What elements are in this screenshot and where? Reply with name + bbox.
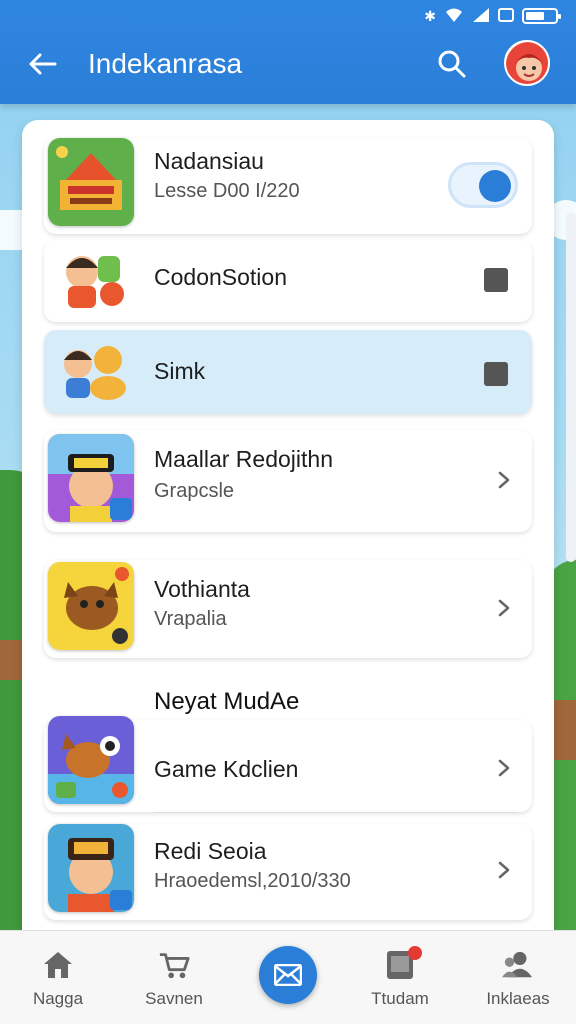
mail-button[interactable] bbox=[259, 946, 317, 1004]
image-icon bbox=[498, 7, 514, 25]
item-title: Redi Seoia bbox=[154, 838, 267, 864]
game-icon bbox=[48, 138, 134, 226]
nav-home[interactable]: Nagga bbox=[8, 931, 108, 1024]
item-title: Nadansiau bbox=[154, 148, 264, 174]
item-subtitle: Vrapalia bbox=[154, 608, 227, 630]
notification-badge bbox=[408, 946, 422, 960]
status-bar: ✱ bbox=[424, 6, 561, 26]
scrollbar[interactable] bbox=[566, 212, 576, 562]
item-checkbox[interactable] bbox=[484, 268, 508, 292]
item-toggle[interactable] bbox=[448, 162, 518, 208]
nav-label: Ttudam bbox=[371, 989, 429, 1008]
back-button[interactable] bbox=[22, 44, 62, 84]
nav-people[interactable]: Inklaeas bbox=[468, 931, 568, 1024]
item-subtitle: Grapcsle bbox=[154, 480, 235, 502]
app-bar: ✱ Indekanrasa bbox=[0, 0, 576, 104]
character-icon bbox=[56, 338, 132, 406]
signal-icon bbox=[472, 7, 490, 26]
nav-label: Savnen bbox=[145, 989, 203, 1008]
character-icon bbox=[56, 248, 130, 314]
item-title: Simk bbox=[154, 358, 206, 384]
nav-label: Inklaeas bbox=[486, 989, 550, 1008]
game-icon bbox=[48, 562, 134, 650]
item-title: Game Kdclien bbox=[154, 756, 299, 782]
battery-icon bbox=[522, 8, 561, 24]
chevron-right-icon bbox=[492, 596, 516, 620]
item-subtitle: Lesse D00 I/220 bbox=[154, 180, 300, 202]
game-icon bbox=[48, 434, 134, 522]
nav-label: Nagga bbox=[32, 989, 84, 1008]
avatar[interactable] bbox=[504, 40, 550, 86]
home-icon bbox=[42, 949, 74, 981]
nav-tablet[interactable]: Ttudam bbox=[350, 931, 450, 1024]
bluetooth-icon: ✱ bbox=[424, 7, 436, 24]
item-checkbox[interactable] bbox=[484, 362, 508, 386]
section-title: Neyat MudAe bbox=[154, 688, 300, 715]
search-icon bbox=[438, 50, 466, 78]
chevron-right-icon bbox=[492, 858, 516, 882]
people-icon bbox=[502, 949, 534, 981]
item-title: Maallar Redojithn bbox=[154, 446, 333, 472]
game-icon bbox=[48, 824, 134, 912]
game-icon bbox=[48, 716, 134, 804]
wifi-icon bbox=[444, 7, 464, 26]
arrow-left-icon bbox=[29, 53, 57, 75]
item-title: CodonSotion bbox=[154, 264, 287, 290]
user-avatar-icon bbox=[506, 42, 548, 84]
chevron-right-icon bbox=[492, 756, 516, 780]
chevron-right-icon bbox=[492, 468, 516, 492]
item-title: Vothianta bbox=[154, 576, 250, 602]
nav-cart[interactable]: Savnen bbox=[124, 931, 224, 1024]
item-subtitle: Hraoedemsl,2010/330 bbox=[154, 870, 351, 892]
search-button[interactable] bbox=[432, 44, 472, 84]
divider bbox=[154, 812, 516, 813]
mail-icon bbox=[274, 964, 302, 986]
page-title: Indekanrasa bbox=[88, 48, 243, 79]
cart-icon bbox=[158, 949, 190, 981]
